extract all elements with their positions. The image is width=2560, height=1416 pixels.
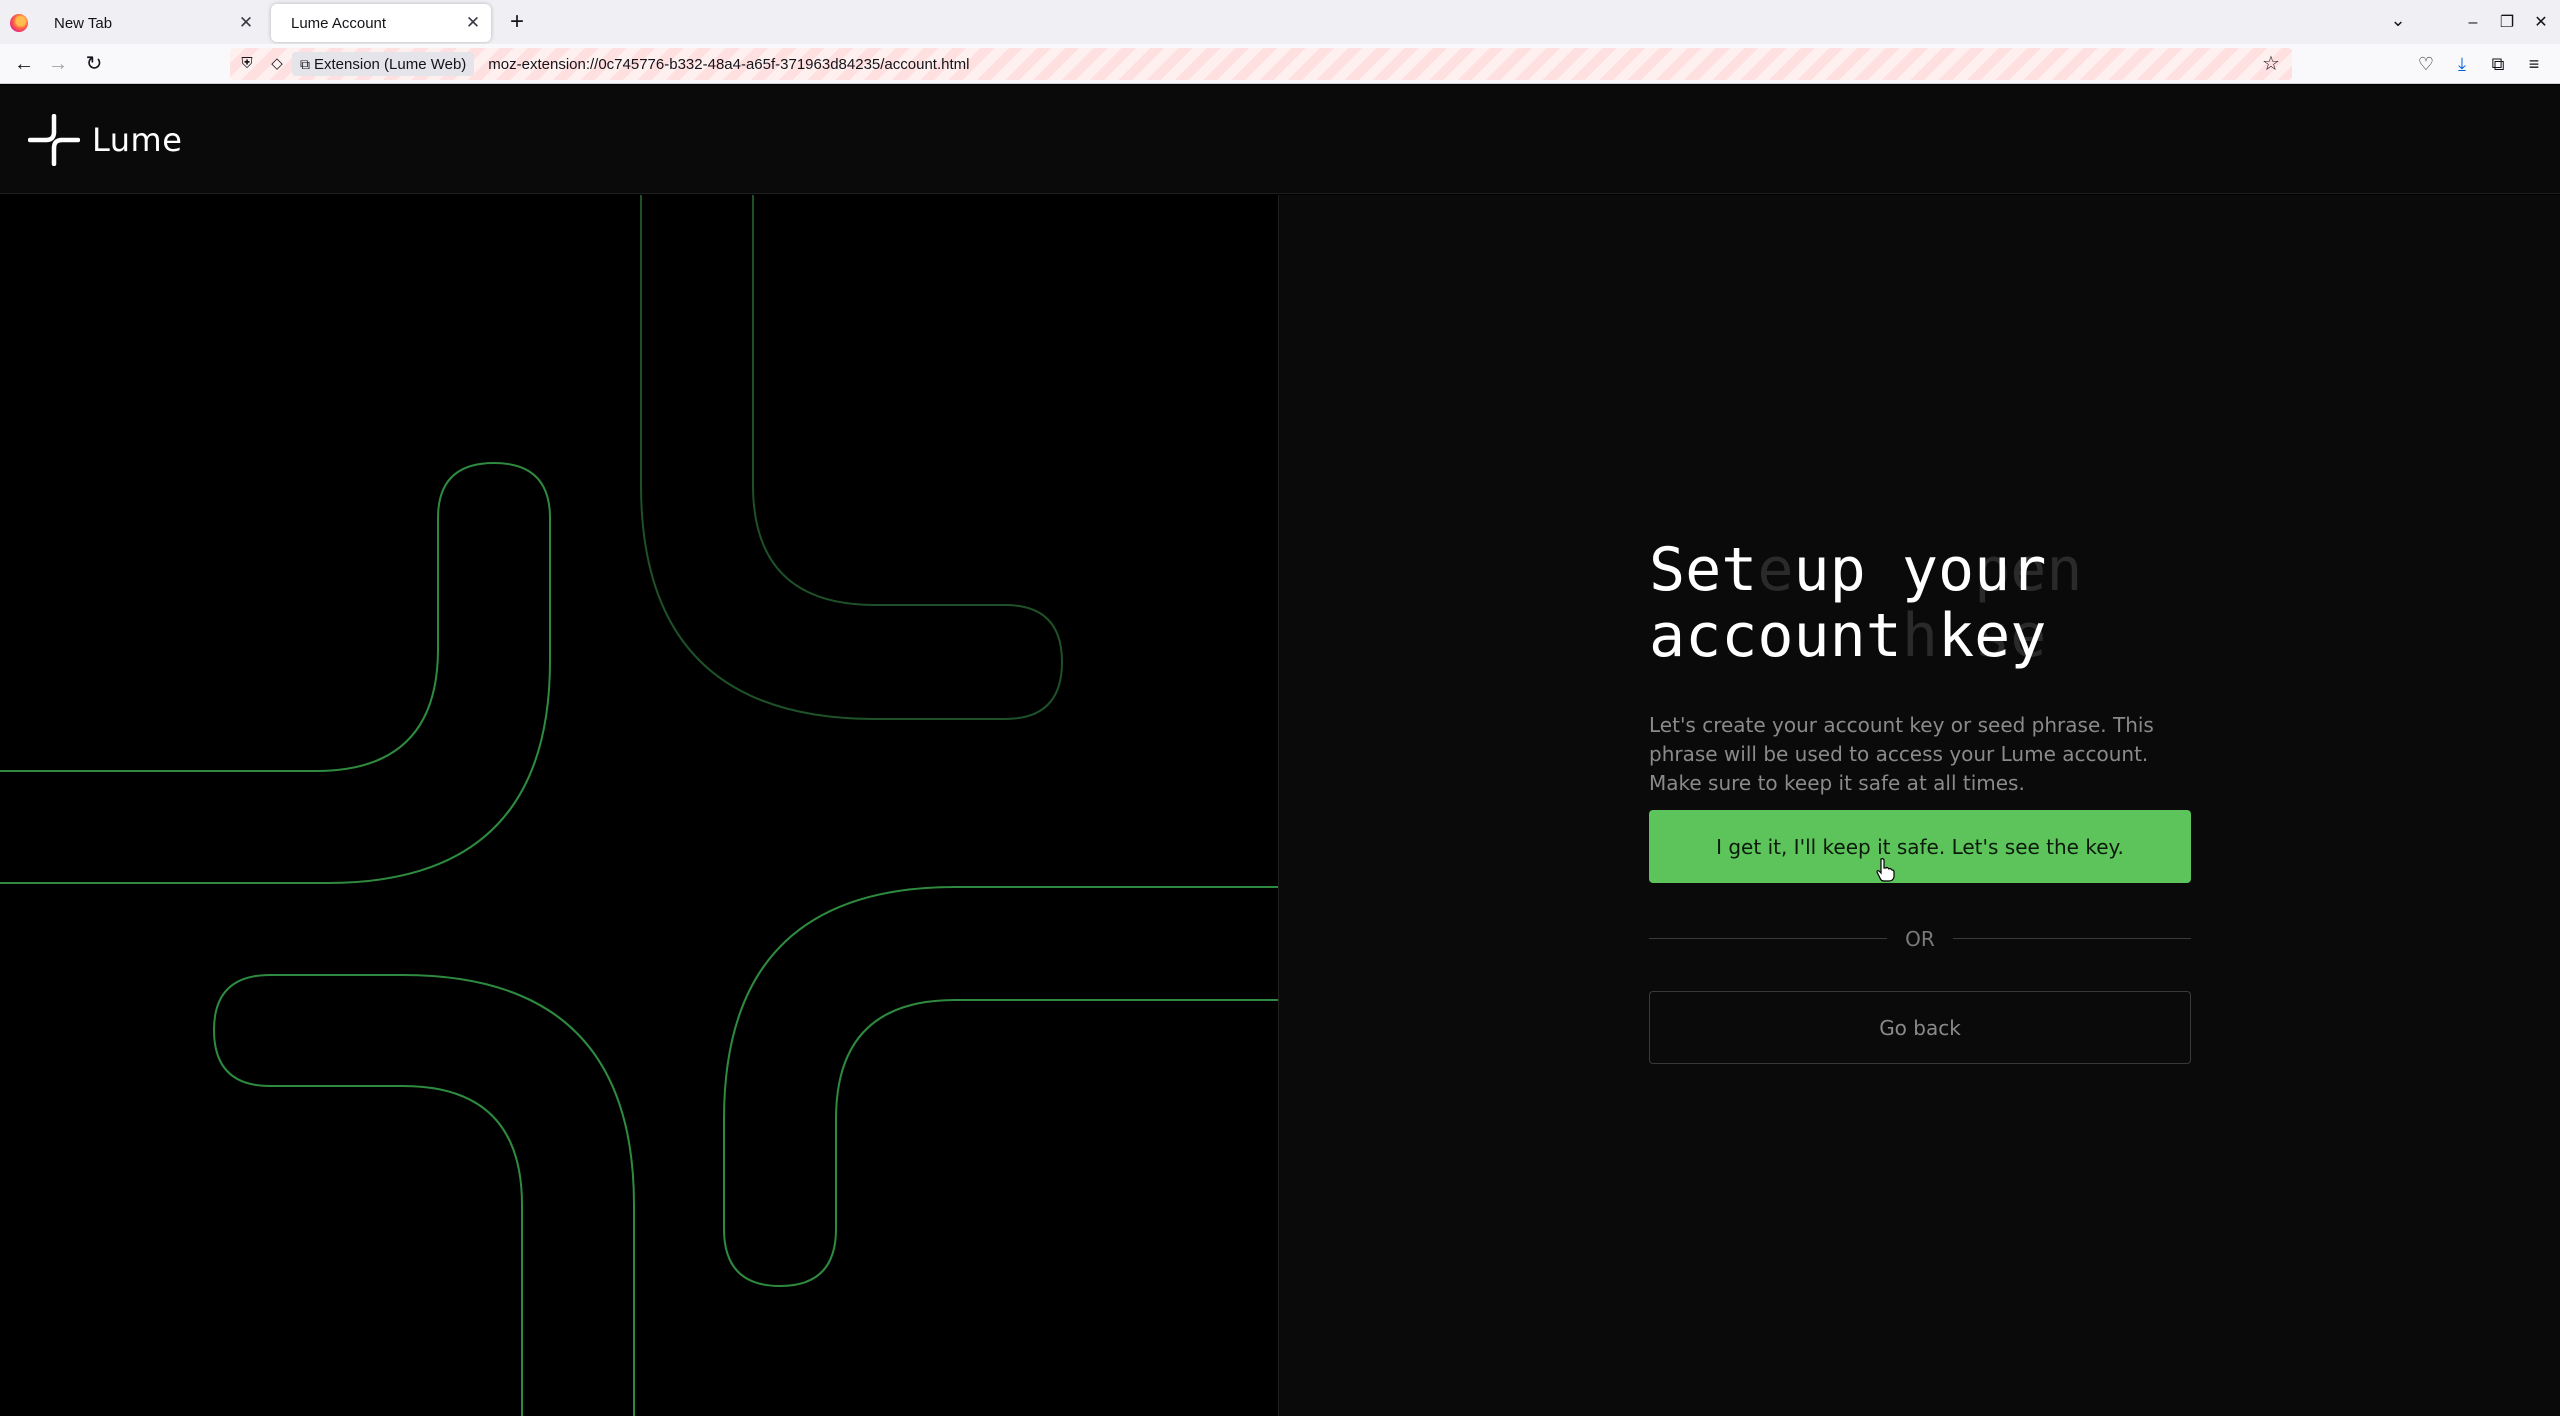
- separator-text: OR: [1905, 927, 1935, 951]
- pocket-icon[interactable]: ♡: [2412, 50, 2440, 78]
- page-title: Set up your account key: [1649, 537, 2249, 669]
- forward-arrow-icon[interactable]: →: [44, 50, 72, 78]
- close-tab-icon[interactable]: ✕: [463, 13, 483, 33]
- puzzle-icon: ⧉: [300, 55, 310, 72]
- firefox-logo-icon: [10, 14, 28, 32]
- download-icon[interactable]: ⤓: [2448, 50, 2476, 78]
- close-tab-icon[interactable]: ✕: [236, 13, 256, 33]
- browser-nav-bar: ← → ↻ ⛨ ◇ ⧉ Extension (Lume Web) moz-ext…: [0, 44, 2560, 84]
- tracking-protection-icon[interactable]: ⛨: [234, 51, 260, 77]
- back-arrow-icon[interactable]: ←: [10, 50, 38, 78]
- app-header: Lume: [0, 85, 2560, 194]
- or-separator: OR: [1649, 927, 2191, 951]
- url-bar[interactable]: ⛨ ◇ ⧉ Extension (Lume Web) moz-extension…: [230, 48, 2292, 80]
- go-back-button[interactable]: Go back: [1649, 991, 2191, 1064]
- setup-panel: e open h se Set up your account key Let'…: [1279, 195, 2560, 1416]
- lume-logo-icon: [28, 114, 80, 166]
- decorative-art-panel: [0, 195, 1278, 1416]
- star-icon[interactable]: ☆: [2258, 51, 2284, 77]
- hamburger-menu-icon[interactable]: ≡: [2520, 50, 2548, 78]
- tab-new-tab[interactable]: New Tab ✕: [34, 4, 264, 42]
- url-text[interactable]: moz-extension://0c745776-b332-48a4-a65f-…: [488, 56, 969, 73]
- extension-identity-chip[interactable]: ⧉ Extension (Lume Web): [292, 52, 475, 76]
- restore-window-icon[interactable]: ❐: [2494, 10, 2520, 36]
- lume-account-page: Lume e open h se Set up your account key…: [0, 85, 2560, 1416]
- puzzle-icon[interactable]: ⧉: [2484, 50, 2512, 78]
- hand-pointer-cursor-icon: [1876, 858, 1895, 882]
- tab-lume-account[interactable]: Lume Account ✕: [271, 4, 491, 42]
- separator-line-right: [1953, 938, 2191, 939]
- tab-title: Lume Account: [291, 14, 387, 32]
- page-title-line-1: Set up your: [1649, 535, 2047, 605]
- brand-name: Lume: [92, 121, 183, 159]
- art-path-lower-right: [723, 886, 1278, 1288]
- reload-icon[interactable]: ↻: [80, 50, 108, 78]
- shield-icon[interactable]: ◇: [264, 51, 290, 77]
- show-key-button[interactable]: I get it, I'll keep it safe. Let's see t…: [1649, 810, 2191, 883]
- close-window-icon[interactable]: ✕: [2528, 10, 2554, 36]
- decorative-line-art: [0, 195, 1278, 1416]
- minimize-window-icon[interactable]: –: [2460, 10, 2486, 36]
- tab-title: New Tab: [54, 14, 113, 32]
- page-title-line-2: account key: [1649, 601, 2047, 671]
- new-tab-plus-icon[interactable]: +: [503, 8, 531, 36]
- browser-tab-bar: New Tab ✕ Lume Account ✕ + ⌄ – ❐ ✕: [0, 0, 2560, 44]
- description-text: Let's create your account key or seed ph…: [1649, 713, 2154, 795]
- art-path-top-middle: [640, 195, 1064, 720]
- lume-logo[interactable]: Lume: [28, 114, 182, 166]
- art-path-lower-left: [212, 974, 635, 1416]
- extension-identity-label: Extension (Lume Web): [314, 55, 467, 73]
- art-path-upper-left: [0, 461, 551, 884]
- tab-list-chevron-icon[interactable]: ⌄: [2385, 10, 2411, 36]
